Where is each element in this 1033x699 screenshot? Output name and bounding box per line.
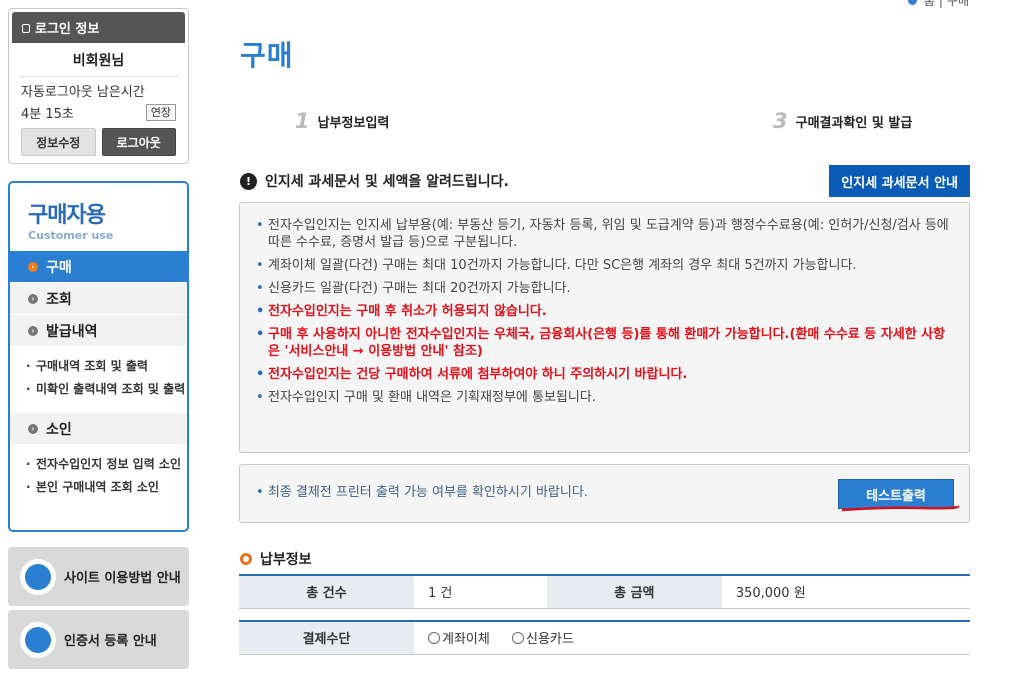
home-link[interactable]: 홈 — [924, 0, 935, 9]
total-count-label: 총 건수 — [239, 575, 414, 609]
submenu-item[interactable]: 전자수입인지 정보 입력 소인 — [26, 456, 187, 473]
payment-summary-table: 총 건수 1 건 총 금액 350,000 원 — [239, 574, 970, 609]
step-number: 2 — [543, 109, 558, 133]
purchase-link[interactable]: 구매 — [947, 0, 969, 9]
red-underline-mark — [841, 504, 960, 512]
sidebar-item-inquiry[interactable]: › 조회 — [10, 282, 187, 314]
edit-info-button[interactable]: 정보수정 — [21, 128, 96, 156]
login-header: 로그인 정보 — [12, 12, 185, 43]
site-guide-banner[interactable]: 사이트 이용방법 안내 — [8, 547, 189, 606]
notice-item: 계좌이체 일괄(다건) 구매는 최대 10건까지 가능합니다. 다만 SC은행 … — [256, 257, 955, 274]
issue-submenu: 구매내역 조회 및 출력 미확인 출력내역 조회 및 출력 — [10, 346, 187, 412]
radio-circle[interactable] — [511, 631, 524, 644]
stamp-submenu: 전자수입인지 정보 입력 소인 본인 구매내역 조회 소인 — [10, 444, 187, 510]
payment-info-header: 납부정보 — [240, 549, 312, 569]
step-label: 구매결과확인 및 발급 — [795, 115, 913, 131]
menu-subtitle: Customer use — [28, 229, 114, 242]
payment-method-table: 결제수단 계좌이체 신용카드 — [239, 620, 970, 655]
step-label: 납부정보입력 — [317, 115, 390, 131]
tax-document-guide-button[interactable]: 인지세 과세문서 안내 — [829, 165, 970, 197]
sidebar-item-label: 조회 — [46, 291, 72, 308]
radio-label: 계좌이체 — [442, 632, 490, 647]
login-header-label: 로그인 정보 — [35, 22, 100, 37]
sidebar-item-label: 구매 — [46, 259, 72, 276]
payment-method-options: 계좌이체 신용카드 — [414, 621, 970, 655]
sidebar-item-label: 발급내역 — [46, 323, 98, 340]
step-1: 1 납부정보입력 — [239, 97, 479, 145]
print-check-box: 최종 결제전 프린터 출력 가능 여부를 확인하시기 바랍니다. 테스트출력 — [239, 464, 970, 523]
step-2: 2 입력정보확인 — [487, 97, 727, 145]
banner-label: 사이트 이용방법 안내 — [64, 571, 181, 586]
notice-item-warning: 전자수입인지는 구매 후 취소가 허용되지 않습니다. — [256, 303, 955, 320]
step-number: 1 — [295, 109, 310, 133]
lock-icon — [22, 24, 30, 33]
sidebar-item-issue-history[interactable]: › 발급내역 — [10, 314, 187, 346]
top-util-links: 홈 | 구매 — [907, 0, 969, 9]
total-amount-label: 총 금액 — [546, 575, 722, 609]
notice-item: 신용카드 일괄(다건) 구매는 최대 20건까지 가능합니다. — [256, 280, 955, 297]
radio-bank-transfer[interactable]: 계좌이체 — [428, 628, 490, 647]
step-label: 입력정보확인 — [565, 115, 638, 131]
submenu-item[interactable]: 본인 구매내역 조회 소인 — [26, 479, 187, 496]
notice-header: ! 인지세 과세문서 및 세액을 알려드립니다. 인지세 과세문서 안내 — [240, 165, 970, 197]
chevron-right-icon: › — [28, 261, 38, 272]
submenu-item[interactable]: 구매내역 조회 및 출력 — [26, 358, 187, 375]
user-name: 비회원님 — [19, 43, 178, 77]
payment-info-title: 납부정보 — [260, 552, 312, 568]
step-3: 3 구매결과확인 및 발급 — [735, 97, 969, 145]
sidebar-item-stamp[interactable]: › 소인 — [10, 412, 187, 444]
home-icon — [907, 0, 917, 5]
chevron-right-icon: › — [28, 325, 38, 336]
notice-item: 전자수입인지 구매 및 환매 내역은 기획재정부에 통보됩니다. — [256, 389, 955, 406]
certificate-guide-banner[interactable]: 인증서 등록 안내 — [8, 610, 189, 669]
banner-label: 인증서 등록 안내 — [64, 634, 157, 649]
notice-item: 전자수입인지는 인지세 납부용(예: 부동산 등기, 자동차 등록, 위임 및 … — [256, 217, 955, 251]
menu-title: 구매자용 — [28, 203, 106, 228]
headset-icon — [20, 558, 56, 595]
sidebar-item-label: 소인 — [46, 421, 72, 438]
auto-logout-label: 자동로그아웃 남은시간 — [21, 85, 145, 100]
total-amount-value: 350,000 원 — [721, 575, 970, 609]
sidebar-item-purchase[interactable]: › 구매 — [10, 250, 187, 282]
remaining-time: 4분 15초 — [21, 107, 74, 122]
submenu-item[interactable]: 미확인 출력내역 조회 및 출력 — [26, 381, 187, 398]
print-check-text: 최종 결제전 프린터 출력 가능 여부를 확인하시기 바랍니다. — [256, 481, 588, 500]
radio-credit-card[interactable]: 신용카드 — [511, 628, 574, 647]
logout-button[interactable]: 로그아웃 — [101, 128, 176, 156]
step-number: 3 — [773, 109, 788, 133]
speech-bubble-icon: ! — [240, 172, 257, 190]
radio-circle[interactable] — [428, 631, 440, 644]
lock-icon — [20, 621, 56, 658]
divider: | — [938, 0, 943, 8]
total-count-value: 1 건 — [414, 575, 547, 609]
circle-bullet-icon — [240, 553, 252, 565]
notice-item-warning: 구매 후 사용하지 아니한 전자수입인지는 우체국, 금융회사(은행 등)를 통… — [256, 326, 955, 360]
extend-button[interactable]: 연장 — [145, 104, 176, 121]
step-indicator: 1 납부정보입력 2 입력정보확인 3 구매결과확인 및 발급 — [239, 97, 969, 145]
chevron-right-icon: › — [28, 293, 38, 304]
logout-timer: 4분 15초 연장 — [21, 103, 176, 122]
page-title: 구매 — [240, 39, 294, 72]
notice-item-warning: 전자수입인지는 건당 구매하여 서류에 첨부하여야 하니 주의하시기 바랍니다. — [256, 366, 955, 383]
sidebar-menu: 구매자용 Customer use › 구매 › 조회 › 발급내역 구매내역 … — [8, 181, 189, 532]
notice-box: 전자수입인지는 인지세 납부용(예: 부동산 등기, 자동차 등록, 위임 및 … — [239, 202, 970, 453]
login-info-box: 로그인 정보 비회원님 자동로그아웃 남은시간 4분 15초 연장 정보수정 로… — [8, 8, 189, 164]
payment-method-label: 결제수단 — [239, 621, 414, 655]
chevron-right-icon: › — [28, 423, 38, 434]
radio-label: 신용카드 — [525, 632, 574, 647]
notice-title: 인지세 과세문서 및 세액을 알려드립니다. — [265, 174, 509, 190]
